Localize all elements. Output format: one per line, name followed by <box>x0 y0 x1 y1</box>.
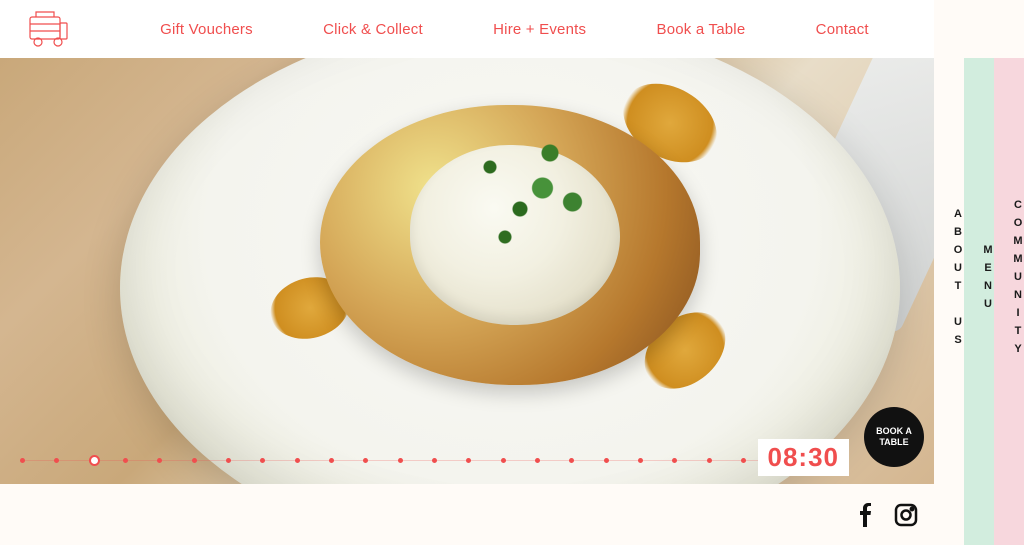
plate <box>120 58 900 484</box>
timeline-tick[interactable] <box>329 458 334 463</box>
book-badge-text: BOOK ATABLE <box>876 426 912 449</box>
timeline-tick[interactable] <box>707 458 712 463</box>
tab-menu[interactable]: MENU <box>964 58 994 484</box>
timeline-tick[interactable] <box>432 458 437 463</box>
top-nav: Gift Vouchers Click & Collect Hire + Eve… <box>0 0 934 58</box>
nav-contact[interactable]: Contact <box>816 21 869 38</box>
nav-gift-vouchers[interactable]: Gift Vouchers <box>160 21 253 38</box>
bottom-strip <box>0 484 934 545</box>
nav-book-table[interactable]: Book a Table <box>657 21 746 38</box>
side-tabs: ABOUT US MENU COMMUNITY <box>934 58 1024 484</box>
timeline-tick[interactable] <box>638 458 643 463</box>
timeline-tick[interactable] <box>226 458 231 463</box>
timeline-tick[interactable] <box>535 458 540 463</box>
timeline-tick[interactable] <box>741 458 746 463</box>
timeline-marker[interactable] <box>89 455 100 466</box>
social-links <box>854 503 918 527</box>
nav-hire-events[interactable]: Hire + Events <box>493 21 586 38</box>
timeline-current-time: 08:30 <box>758 439 850 476</box>
nav-click-collect[interactable]: Click & Collect <box>323 21 423 38</box>
instagram-icon[interactable] <box>894 503 918 527</box>
timeline-tick[interactable] <box>192 458 197 463</box>
facebook-icon[interactable] <box>854 503 878 527</box>
food-truck-logo-icon <box>26 9 70 49</box>
timeline-tick[interactable] <box>295 458 300 463</box>
timeline-tick[interactable] <box>501 458 506 463</box>
timeline-track[interactable] <box>20 460 844 461</box>
timeline-tick[interactable] <box>604 458 609 463</box>
book-a-table-badge[interactable]: BOOK ATABLE <box>864 407 924 467</box>
timeline-tick[interactable] <box>157 458 162 463</box>
hero-image: 08:30 <box>0 58 934 484</box>
timeline-tick[interactable] <box>398 458 403 463</box>
timeline-tick[interactable] <box>123 458 128 463</box>
tab-community[interactable]: COMMUNITY <box>994 58 1024 484</box>
timeline-tick[interactable] <box>20 458 25 463</box>
logo[interactable] <box>0 9 95 49</box>
nav-links: Gift Vouchers Click & Collect Hire + Eve… <box>95 21 934 38</box>
timeline-tick[interactable] <box>54 458 59 463</box>
side-tabs-bottom-fill <box>934 484 1024 545</box>
food-stack <box>320 105 700 385</box>
tab-about-us[interactable]: ABOUT US <box>934 58 964 484</box>
